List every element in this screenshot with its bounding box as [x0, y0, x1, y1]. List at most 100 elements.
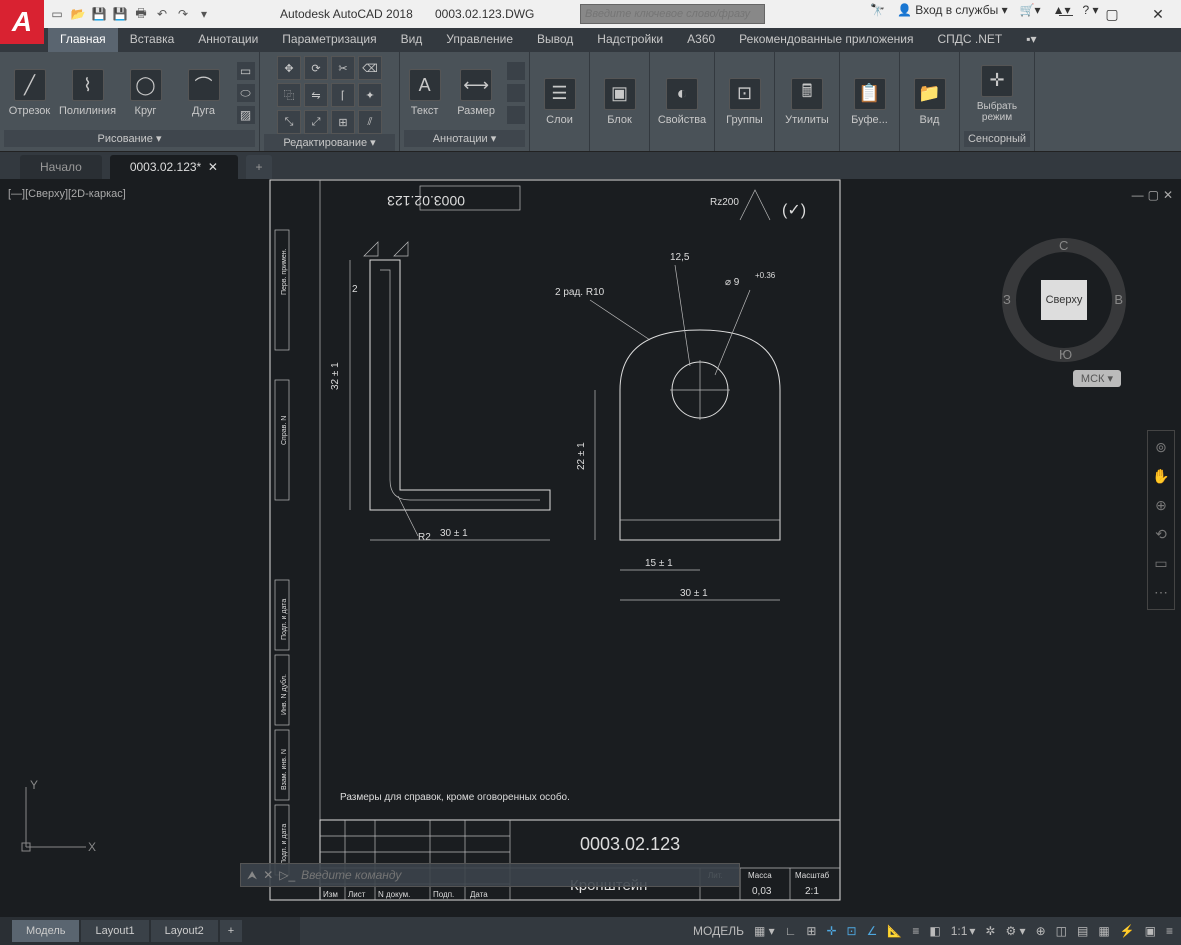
binoculars-icon[interactable]: 🔭	[870, 3, 885, 17]
ortho-icon[interactable]: ⊞	[806, 924, 816, 938]
tab-add-layout[interactable]: +	[220, 920, 242, 942]
close-button[interactable]: ✕	[1135, 0, 1181, 28]
undo-icon[interactable]: ↶	[153, 5, 171, 23]
dynucs-icon[interactable]: 📐	[887, 924, 902, 938]
touchmode-button[interactable]: ✛Выбрать режим	[972, 61, 1022, 127]
fullnav-icon[interactable]: ⊚	[1155, 439, 1167, 456]
tab-spds[interactable]: СПДС .NET	[926, 28, 1015, 52]
viewcube-north[interactable]: С	[1059, 238, 1068, 253]
view-button[interactable]: 📁Вид	[905, 74, 955, 130]
tab-view[interactable]: Вид	[389, 28, 435, 52]
status-model[interactable]: МОДЕЛЬ	[693, 924, 744, 938]
showmotion-icon[interactable]: ▭	[1154, 555, 1167, 572]
groups-button[interactable]: ⊡Группы	[720, 74, 770, 130]
tab-layout1[interactable]: Layout1	[81, 920, 148, 942]
arc-button[interactable]: ⌒Дуга	[179, 65, 229, 121]
tab-output[interactable]: Вывод	[525, 28, 585, 52]
copy-icon[interactable]: ⿻	[277, 83, 301, 107]
viewcube-west[interactable]: З	[1003, 292, 1011, 307]
maximize-button[interactable]: ▢	[1089, 0, 1135, 28]
cmd-history-icon[interactable]: ⮝	[247, 868, 257, 883]
tab-extra-icon[interactable]: ▪▾	[1014, 28, 1048, 52]
panel-modify-title[interactable]: Редактирование ▾	[264, 134, 395, 151]
transparency-icon[interactable]: ◧	[929, 924, 940, 938]
tab-manage[interactable]: Управление	[434, 28, 525, 52]
cmd-close-icon[interactable]: ✕	[263, 868, 273, 882]
array-icon[interactable]: ⊞	[331, 110, 355, 134]
scale-icon[interactable]: ⤢	[304, 110, 328, 134]
tab-document[interactable]: 0003.02.123* ✕	[110, 155, 238, 179]
login-button[interactable]: 👤 Вход в службы ▾	[897, 3, 1008, 17]
ellipse-icon[interactable]: ⬭	[237, 84, 255, 102]
panel-draw-title[interactable]: Рисование ▾	[4, 130, 255, 147]
view-cube[interactable]: Сверху С Ю В З	[1001, 240, 1121, 360]
vp-maximize-icon[interactable]: ▢	[1148, 188, 1159, 202]
tab-start[interactable]: Начало	[20, 155, 102, 179]
erase-icon[interactable]: ⌫	[358, 56, 382, 80]
dimension-button[interactable]: ⟷Размер	[453, 65, 499, 121]
explode-icon[interactable]: ✦	[358, 83, 382, 107]
table-icon[interactable]	[507, 84, 525, 102]
tab-add-button[interactable]: +	[246, 155, 272, 179]
redo-icon[interactable]: ↷	[174, 5, 192, 23]
mirror-icon[interactable]: ⇋	[304, 83, 328, 107]
offset-icon[interactable]: ⫽	[358, 110, 382, 134]
move-icon[interactable]: ✥	[277, 56, 301, 80]
new-icon[interactable]: ▭	[48, 5, 66, 23]
hwacc-icon[interactable]: ⚡	[1120, 924, 1135, 938]
text-button[interactable]: AТекст	[404, 65, 445, 121]
cleanscreen-icon[interactable]: ▣	[1145, 924, 1156, 938]
workspace-icon[interactable]: ⚙ ▾	[1005, 924, 1025, 938]
tab-layout2[interactable]: Layout2	[151, 920, 218, 942]
osnap-icon[interactable]: ⊡	[847, 924, 857, 938]
properties-button[interactable]: ◐Свойства	[657, 74, 707, 130]
nav-more-icon[interactable]: ⋯	[1154, 584, 1168, 601]
open-icon[interactable]: 📂	[69, 5, 87, 23]
tab-a360[interactable]: A360	[675, 28, 727, 52]
lineweight-icon[interactable]: ≡	[912, 924, 919, 938]
layers-button[interactable]: ☰Слои	[535, 74, 585, 130]
command-input[interactable]	[301, 868, 733, 882]
plot-icon[interactable]: 🖶	[132, 5, 150, 23]
line-button[interactable]: ╱Отрезок	[5, 65, 55, 121]
stretch-icon[interactable]: ⤡	[277, 110, 301, 134]
annovis-icon[interactable]: ✲	[985, 924, 995, 938]
block-button[interactable]: ▣Блок	[595, 74, 645, 130]
tab-parametric[interactable]: Параметризация	[270, 28, 388, 52]
circle-button[interactable]: ◯Круг	[121, 65, 171, 121]
vp-minimize-icon[interactable]: —	[1132, 188, 1144, 202]
units-icon[interactable]: ◫	[1056, 924, 1067, 938]
panel-annot-title[interactable]: Аннотации ▾	[404, 130, 525, 147]
fillet-icon[interactable]: ⌈	[331, 83, 355, 107]
customize-icon[interactable]: ≡	[1166, 924, 1173, 938]
command-line[interactable]: ⮝ ✕ ▷_	[240, 863, 740, 887]
orbit-icon[interactable]: ⟲	[1155, 526, 1167, 543]
cloud-icon[interactable]	[507, 106, 525, 124]
search-input[interactable]	[580, 4, 765, 24]
annoscale-label[interactable]: 1:1 ▾	[951, 924, 976, 938]
tab-featured[interactable]: Рекомендованные приложения	[727, 28, 925, 52]
viewcube-east[interactable]: В	[1114, 292, 1123, 307]
zoom-extents-icon[interactable]: ⊕	[1155, 497, 1167, 514]
pan-icon[interactable]: ✋	[1152, 468, 1169, 485]
saveas-icon[interactable]: 💾	[111, 5, 129, 23]
tab-insert[interactable]: Вставка	[118, 28, 187, 52]
exchange-icon[interactable]: 🛒▾	[1020, 3, 1041, 17]
quickprops-icon[interactable]: ▤	[1077, 924, 1088, 938]
polar-icon[interactable]: ✛	[826, 924, 836, 938]
snap-icon[interactable]: ∟	[785, 924, 797, 938]
qat-more-icon[interactable]: ▾	[195, 5, 213, 23]
grid-icon[interactable]: ▦ ▾	[754, 924, 775, 938]
rotate-icon[interactable]: ⟳	[304, 56, 328, 80]
tab-model[interactable]: Модель	[12, 920, 79, 942]
minimize-button[interactable]: —	[1043, 0, 1089, 28]
polyline-button[interactable]: ⌇Полилиния	[63, 65, 113, 121]
isolate-icon[interactable]: ▦	[1098, 924, 1109, 938]
vp-close-icon[interactable]: ✕	[1163, 188, 1173, 202]
leader-icon[interactable]	[507, 62, 525, 80]
save-icon[interactable]: 💾	[90, 5, 108, 23]
rect-icon[interactable]: ▭	[237, 62, 255, 80]
app-logo[interactable]: A	[0, 0, 44, 44]
viewcube-face[interactable]: Сверху	[1041, 280, 1087, 320]
utilities-button[interactable]: 🖩Утилиты	[782, 74, 832, 130]
